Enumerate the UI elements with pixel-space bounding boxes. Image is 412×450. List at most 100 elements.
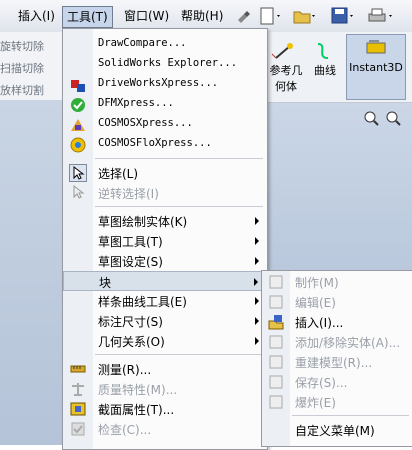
menu-item-driveworksxpress[interactable]: DriveWorksXpress... [63,75,267,95]
menu-item-drawcompare[interactable]: DrawCompare... [63,35,267,55]
sweep-cut-button[interactable]: 扫描切除 [0,60,44,76]
reference-geometry-icon [271,43,293,59]
menu-tools[interactable]: 工具(T) [62,6,113,28]
menu-item-label: DrawCompare... [98,37,187,49]
submenu-arrow-icon [255,237,259,245]
menu-item-select[interactable]: 选择(L) [63,163,267,183]
insert-block-icon [267,313,285,331]
pin-icon[interactable] [232,6,254,26]
driveworks-icon [69,76,87,94]
menu-item-label: 测量(R)... [98,363,152,377]
submenu-arrow-icon [255,217,259,225]
rebuild-icon [267,353,285,371]
menu-item-cosmosxpress[interactable]: COSMOSXpress... [63,115,267,135]
menu-window[interactable]: 窗口(W) [120,6,173,26]
submenu-item-label: 保存(S)... [295,376,348,390]
save-icon[interactable] [330,6,353,26]
edit-block-icon [267,293,285,311]
submenu-arrow-icon [254,278,258,286]
menu-item-label: 草图设定(S) [98,255,163,269]
menu-item-cosmosfloxpress[interactable]: COSMOSFloXpress... [63,135,267,155]
menu-item-solidworks-explorer[interactable]: SolidWorks Explorer... [63,55,267,75]
menu-item-label: 草图工具(T) [98,235,163,249]
menu-item-label: 截面属性(T)... [98,403,175,417]
submenu-item-label: 爆炸(E) [295,396,336,410]
menu-separator [95,206,263,207]
submenu-item-explode[interactable]: 爆炸(E) [262,392,412,412]
menu-item-mass-properties[interactable]: 质量特性(M)... [63,379,267,399]
menu-separator [95,158,263,159]
curve-icon [317,43,329,59]
menu-item-sketch-entities[interactable]: 草图绘制实体(K) [63,211,267,231]
menu-item-label: 逆转选择(I) [98,187,159,201]
save-block-icon [267,373,285,391]
menu-item-dimensions[interactable]: 标注尺寸(S) [63,311,267,331]
new-document-icon[interactable] [258,6,280,26]
menu-item-label: 检查(C)... [98,423,152,437]
menu-item-label: DriveWorksXpress... [98,77,219,89]
menu-item-label: DFMXpress... [98,97,174,109]
menu-item-section-properties[interactable]: 截面属性(T)... [63,399,267,419]
menu-item-label: 质量特性(M)... [98,383,178,397]
zoom-area-icon[interactable] [384,109,402,130]
mass-properties-icon [69,380,87,398]
block-submenu: 制作(M) 编辑(E) 插入(I)... 添加/移除实体(A)... 重建模型(… [261,270,412,447]
tools-menu: DrawCompare... SolidWorks Explorer... Dr… [62,28,268,450]
menu-item-label: 几何关系(O) [98,335,165,349]
submenu-item-make[interactable]: 制作(M) [262,272,412,292]
make-block-icon [267,273,285,291]
submenu-arrow-icon [255,317,259,325]
submenu-arrow-icon [255,297,259,305]
menu-item-invert-select[interactable]: 逆转选择(I) [63,183,267,203]
menu-item-measure[interactable]: 测量(R)... [63,359,267,379]
loft-cut-button[interactable]: 放样切割 [0,82,44,98]
menu-item-spline-tools[interactable]: 样条曲线工具(E) [63,291,267,311]
revolve-cut-button[interactable]: 旋转切除 [0,38,44,54]
submenu-item-label: 自定义菜单(M) [295,424,375,438]
menu-help[interactable]: 帮助(H) [177,6,227,26]
select-cursor-icon [69,164,87,182]
flow-icon [69,136,87,154]
submenu-item-label: 重建模型(R)... [295,356,373,370]
menu-item-label: 块 [99,276,112,290]
submenu-arrow-icon [255,337,259,345]
section-properties-icon [69,400,87,418]
submenu-item-customize-menu[interactable]: 自定义菜单(M) [262,420,412,440]
submenu-item-rebuild[interactable]: 重建模型(R)... [262,352,412,372]
menu-insert[interactable]: 插入(I) [14,6,59,26]
instant3d-icon [366,40,386,54]
submenu-item-label: 插入(I)... [295,316,344,330]
menu-item-dfmxpress[interactable]: DFMXpress... [63,95,267,115]
submenu-separator [292,415,409,416]
add-remove-icon [267,333,285,351]
curves-button[interactable]: 曲线 [310,40,340,96]
instant3d-button[interactable]: Instant3D [346,34,406,100]
submenu-arrow-icon [255,257,259,265]
submenu-item-label: 制作(M) [295,276,339,290]
print-icon[interactable] [366,6,392,26]
submenu-item-label: 编辑(E) [295,296,336,310]
submenu-item-insert[interactable]: 插入(I)... [262,312,412,332]
feature-toolbar-right: 参考几 何体 曲线 Instant3D [262,32,412,103]
menu-item-label: 标注尺寸(S) [98,315,163,329]
menu-item-check[interactable]: 检查(C)... [63,419,267,439]
menu-item-label: 样条曲线工具(E) [98,295,187,309]
graphics-area-left [0,100,62,445]
curves-label: 曲线 [314,64,336,77]
check-icon [69,420,87,438]
invert-select-icon [69,184,87,202]
menu-item-label: 草图绘制实体(K) [98,215,188,229]
submenu-item-save[interactable]: 保存(S)... [262,372,412,392]
zoom-fit-icon[interactable] [362,109,380,130]
checkmark-icon [69,96,87,114]
submenu-item-edit[interactable]: 编辑(E) [262,292,412,312]
menu-item-relations[interactable]: 几何关系(O) [63,331,267,351]
open-folder-icon[interactable] [292,6,315,26]
menu-item-label: COSMOSXpress... [98,117,193,129]
submenu-item-add-remove[interactable]: 添加/移除实体(A)... [262,332,412,352]
menu-item-sketch-tools[interactable]: 草图工具(T) [63,231,267,251]
reference-geometry-button[interactable]: 参考几 何体 [266,40,303,96]
menu-item-sketch-settings[interactable]: 草图设定(S) [63,251,267,271]
menu-item-blocks[interactable]: 块 [63,271,267,291]
menu-item-label: 选择(L) [98,167,139,181]
